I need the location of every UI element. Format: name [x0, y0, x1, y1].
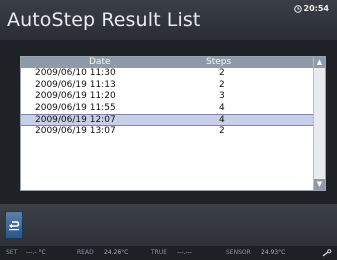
bottom-toolbar	[0, 204, 337, 246]
true-label: TRUE	[151, 249, 168, 256]
list-row[interactable]: 2009/06/19 11:13 2	[21, 80, 313, 92]
true-value: ---.---	[177, 249, 192, 256]
row-steps: 2	[219, 79, 225, 90]
status-bar: SET ---.- °C READ 24.26°C TRUE ---.--- S…	[0, 246, 337, 260]
back-button[interactable]	[5, 211, 23, 239]
header-bar: AutoStep Result List 20:54	[0, 0, 337, 40]
set-value: ---.- °C	[26, 249, 46, 256]
list-row-selected[interactable]: 2009/06/19 12:07 4	[21, 114, 313, 126]
row-date: 2009/06/10 11:30	[35, 68, 116, 78]
caret-down-icon: ▼	[316, 180, 323, 188]
list-header: Date Steps	[21, 57, 313, 68]
row-date: 2009/06/19 11:55	[35, 102, 116, 113]
row-steps: 4	[219, 102, 225, 113]
list-row[interactable]: 2009/06/10 11:30 2	[21, 68, 313, 80]
back-arrow-icon	[9, 221, 20, 231]
scroll-down-button[interactable]: ▼	[314, 179, 325, 190]
scroll-up-button[interactable]: ▲	[314, 57, 325, 68]
set-label: SET	[6, 249, 18, 256]
steps-column-header: Steps	[206, 57, 232, 67]
list-rows: 2009/06/10 11:30 2 2009/06/19 11:13 2 20…	[21, 68, 313, 138]
sensor-label: SENSOR	[226, 249, 251, 256]
read-label: READ	[77, 249, 94, 256]
row-date: 2009/06/19 11:13	[35, 79, 116, 90]
clock-icon	[293, 4, 302, 13]
list-row[interactable]: 2009/06/19 11:20 3	[21, 91, 313, 103]
list-row[interactable]: 2009/06/19 13:07 2	[21, 126, 313, 138]
sensor-value: 24.93°C	[261, 249, 286, 256]
row-date: 2009/06/19 11:20	[35, 91, 116, 102]
clock-display: 20:54	[293, 4, 329, 13]
row-steps: 2	[219, 68, 225, 78]
row-steps: 3	[219, 91, 225, 102]
read-value: 24.26°C	[104, 249, 129, 256]
list-scrollbar[interactable]: ▲ ▼	[313, 57, 325, 190]
row-steps: 2	[219, 125, 225, 136]
date-column-header: Date	[89, 57, 111, 67]
wrench-icon[interactable]	[322, 249, 332, 257]
result-list[interactable]: Date Steps 2009/06/10 11:30 2 2009/06/19…	[20, 56, 326, 191]
clock-time: 20:54	[303, 4, 329, 13]
caret-up-icon: ▲	[316, 58, 323, 66]
list-row[interactable]: 2009/06/19 11:55 4	[21, 103, 313, 115]
row-date: 2009/06/19 13:07	[35, 125, 116, 136]
page-title: AutoStep Result List	[7, 9, 201, 31]
